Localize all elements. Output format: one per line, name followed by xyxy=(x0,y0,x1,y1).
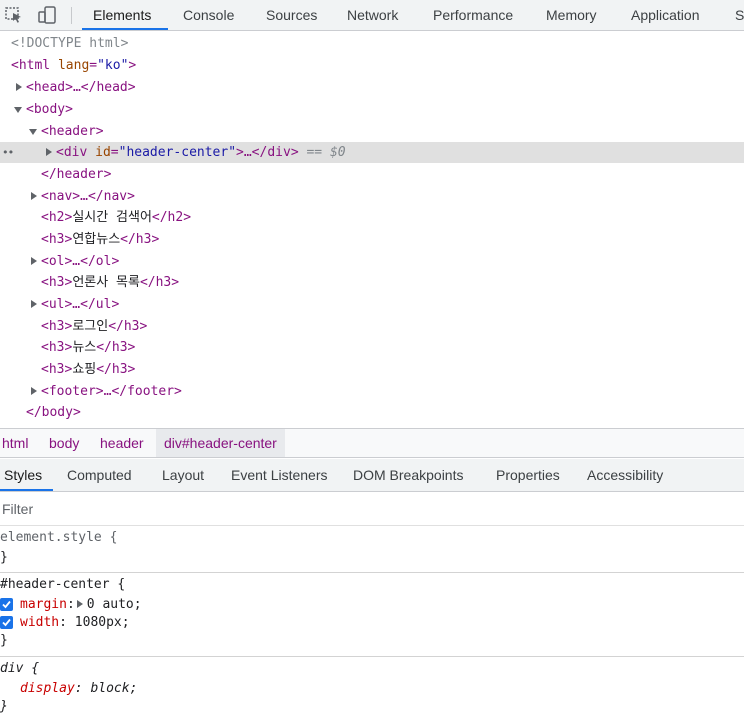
rule-div-user-agent: div { display: block; } xyxy=(0,658,744,722)
dom-node-doctype[interactable]: <!DOCTYPE html> xyxy=(0,33,744,54)
tab-elements[interactable]: Elements xyxy=(93,0,151,31)
dom-node-ul[interactable]: <ul>…</ul> xyxy=(0,294,744,315)
dom-node-h3-news2[interactable]: <h3>뉴스</h3> xyxy=(0,337,744,358)
tab-sources[interactable]: Sources xyxy=(266,0,317,31)
breadcrumb-html[interactable]: html xyxy=(2,429,28,457)
expand-shorthand-icon[interactable] xyxy=(76,600,83,608)
dom-node-ol[interactable]: <ol>…</ol> xyxy=(0,251,744,272)
collapse-arrow-icon[interactable] xyxy=(14,107,22,113)
tab-styles[interactable]: Styles xyxy=(4,459,42,492)
property-name[interactable]: width xyxy=(20,615,59,630)
expand-arrow-icon[interactable] xyxy=(16,83,22,91)
rule-close-brace: } xyxy=(0,550,8,565)
collapse-arrow-icon[interactable] xyxy=(29,129,37,135)
tab-event-listeners[interactable]: Event Listeners xyxy=(231,459,328,492)
property-value: block; xyxy=(90,681,138,696)
head-tag: <head>…</head> xyxy=(26,80,136,95)
toolbar-divider xyxy=(71,7,72,24)
dom-node-head[interactable]: <head>…</head> xyxy=(0,77,744,98)
ul-tag: <ul>…</ul> xyxy=(41,297,120,312)
rule-close-brace: } xyxy=(0,699,8,714)
tab-memory[interactable]: Memory xyxy=(546,0,597,31)
dom-node-body-close[interactable]: </body> xyxy=(0,402,744,423)
rule-selector[interactable]: element.style { xyxy=(0,529,117,547)
expand-arrow-icon[interactable] xyxy=(31,300,37,308)
rule-selector[interactable]: div { xyxy=(0,660,39,678)
expand-arrow-icon[interactable] xyxy=(31,257,37,265)
h3-node: <h3>연합뉴스</h3> xyxy=(41,232,160,247)
h3-node: <h3>쇼핑</h3> xyxy=(41,362,136,377)
tab-dom-breakpoints[interactable]: DOM Breakpoints xyxy=(353,459,463,492)
tab-performance[interactable]: Performance xyxy=(433,0,513,31)
device-toolbar-icon[interactable] xyxy=(37,6,57,24)
dom-node-header-close[interactable]: </header> xyxy=(0,164,744,185)
h2-node: <h2>실시간 검색어</h2> xyxy=(41,210,192,225)
body-close-tag: </body> xyxy=(26,405,81,420)
dom-node-body[interactable]: <body> xyxy=(0,99,744,120)
property-display: display: block; xyxy=(20,681,138,696)
rule-selector[interactable]: #header-center { xyxy=(0,576,125,594)
ol-tag: <ol>…</ol> xyxy=(41,254,120,269)
dom-node-html[interactable]: <html lang="ko"> xyxy=(0,55,744,76)
tab-console[interactable]: Console xyxy=(183,0,234,31)
filter-input[interactable] xyxy=(0,497,744,521)
expand-arrow-icon[interactable] xyxy=(31,192,37,200)
tab-properties[interactable]: Properties xyxy=(496,459,560,492)
property-checkbox[interactable] xyxy=(0,616,13,629)
property-value[interactable]: 0 auto; xyxy=(87,597,142,612)
property-margin[interactable]: margin: 0 auto; xyxy=(0,596,300,614)
dom-node-h2[interactable]: <h2>실시간 검색어</h2> xyxy=(0,207,744,228)
rule-header-center: #header-center { margin: 0 auto; width: 1… xyxy=(0,574,744,657)
property-checkbox[interactable] xyxy=(0,598,13,611)
dom-node-h3-press[interactable]: <h3>언론사 목록</h3> xyxy=(0,272,744,293)
property-name: display xyxy=(20,681,75,696)
tab-overflow[interactable]: S xyxy=(735,0,744,31)
dom-node-h3-shop[interactable]: <h3>쇼핑</h3> xyxy=(0,359,744,380)
tab-application[interactable]: Application xyxy=(631,0,700,31)
tab-computed[interactable]: Computed xyxy=(67,459,132,492)
header-open-tag: <header> xyxy=(41,124,104,139)
breadcrumb-header[interactable]: header xyxy=(100,429,144,457)
property-value[interactable]: 1080px; xyxy=(75,615,130,630)
doctype-text: <!DOCTYPE html> xyxy=(11,36,129,51)
body-open-tag: <body> xyxy=(26,102,73,117)
breadcrumb-body[interactable]: body xyxy=(49,429,79,457)
tab-accessibility[interactable]: Accessibility xyxy=(587,459,663,492)
active-subtab-indicator xyxy=(0,489,53,491)
dom-node-h3-news[interactable]: <h3>연합뉴스</h3> xyxy=(0,229,744,250)
dom-node-header[interactable]: <header> xyxy=(0,121,744,142)
devtools-toolbar: Elements Console Sources Network Perform… xyxy=(0,0,744,31)
sidebar-tabs: Styles Computed Layout Event Listeners D… xyxy=(0,459,744,492)
selected-div-tag: <div id="header-center">…</div> == $0 xyxy=(56,145,346,160)
dom-node-footer[interactable]: <footer>…</footer> xyxy=(0,381,744,402)
expand-arrow-icon[interactable] xyxy=(46,148,52,156)
h3-node: <h3>뉴스</h3> xyxy=(41,340,136,355)
header-close-tag: </header> xyxy=(41,167,112,182)
dom-node-nav[interactable]: <nav>…</nav> xyxy=(0,186,744,207)
active-tab-indicator xyxy=(82,28,168,30)
nav-tag: <nav>…</nav> xyxy=(41,189,135,204)
tab-network[interactable]: Network xyxy=(347,0,398,31)
property-width[interactable]: width: 1080px; xyxy=(0,614,300,632)
inspect-element-icon[interactable] xyxy=(4,6,24,24)
property-name[interactable]: margin xyxy=(20,597,67,612)
rule-element-style: element.style { } xyxy=(0,527,744,573)
tab-layout[interactable]: Layout xyxy=(162,459,204,492)
footer-tag: <footer>…</footer> xyxy=(41,384,182,399)
more-actions-icon[interactable]: •• xyxy=(2,142,14,163)
expand-arrow-icon[interactable] xyxy=(31,387,37,395)
html-open-tag: <html lang="ko"> xyxy=(11,58,137,73)
filter-bar xyxy=(0,493,744,526)
dom-node-header-center-selected[interactable]: •• <div id="header-center">…</div> == $0 xyxy=(0,142,744,163)
breadcrumb-div-header-center[interactable]: div#header-center xyxy=(156,429,285,457)
breadcrumb: html body header div#header-center xyxy=(0,428,744,458)
dom-node-h3-login[interactable]: <h3>로그인</h3> xyxy=(0,316,744,337)
h3-node: <h3>언론사 목록</h3> xyxy=(41,275,180,290)
rule-close-brace: } xyxy=(0,633,8,648)
h3-node: <h3>로그인</h3> xyxy=(41,319,148,334)
